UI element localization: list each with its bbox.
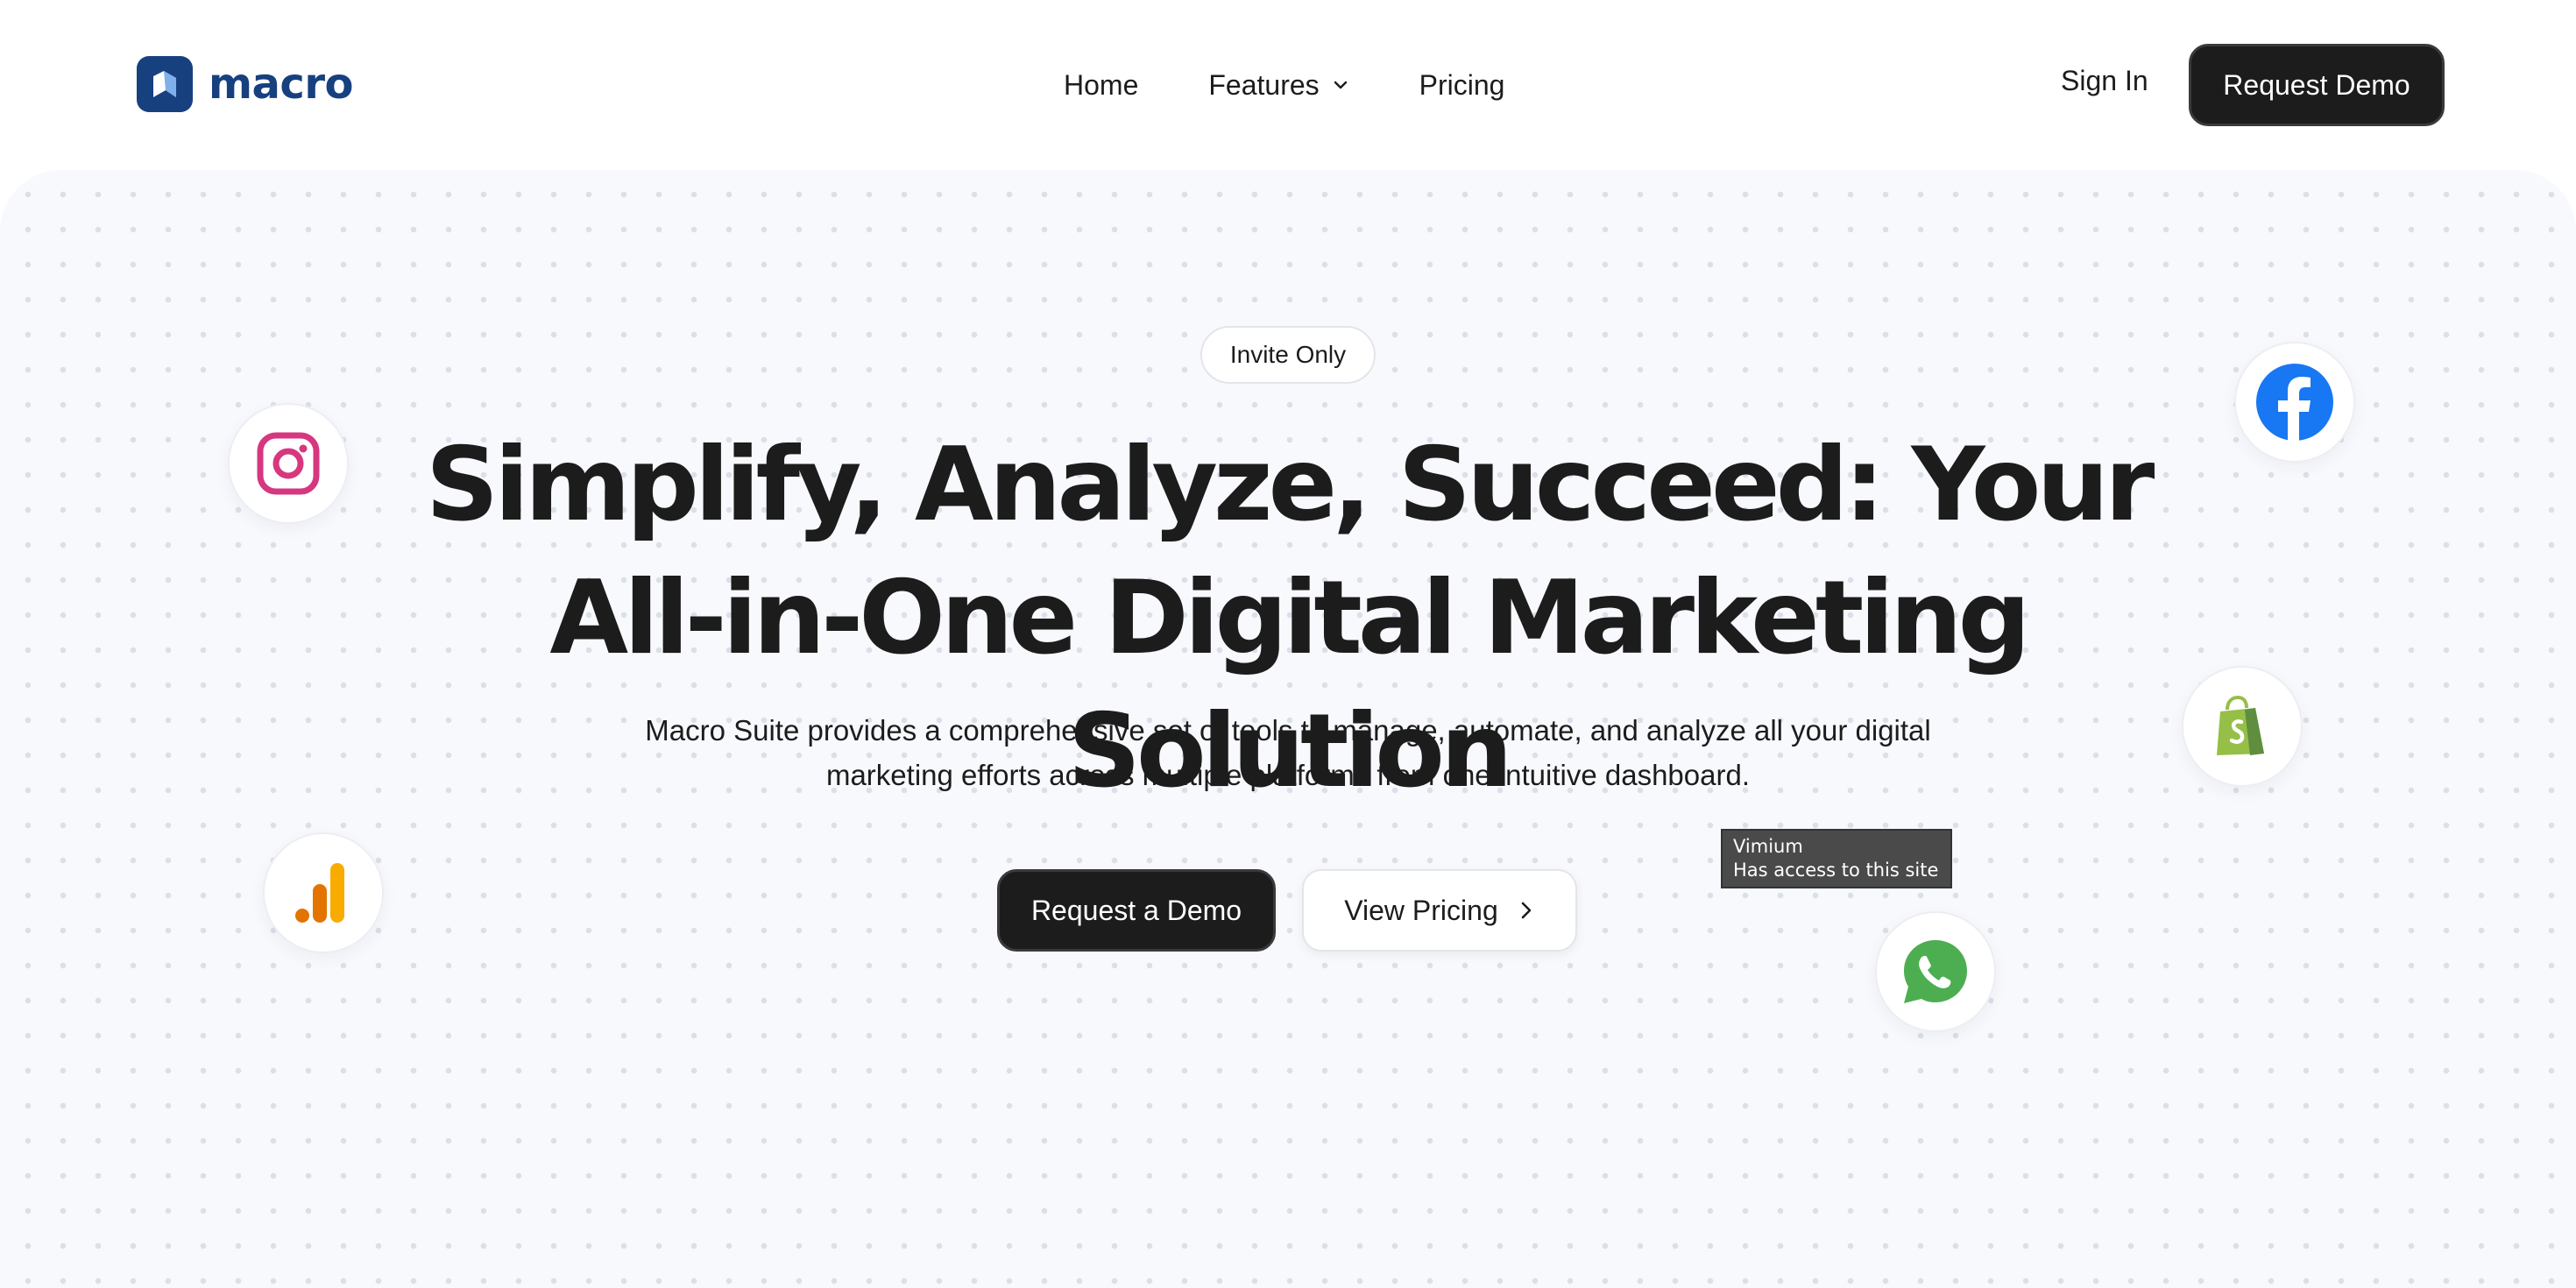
tooltip-text: Has access to this site (1733, 860, 1939, 881)
google-analytics-icon (295, 863, 344, 923)
facebook-bubble (2234, 342, 2355, 463)
view-pricing-button[interactable]: View Pricing (1302, 869, 1577, 952)
nav-item-home[interactable]: Home (1064, 69, 1138, 102)
facebook-icon (2256, 364, 2333, 441)
top-navigation: macro Home Features Pricing Sign In Requ… (0, 0, 2576, 170)
request-a-demo-button[interactable]: Request a Demo (997, 869, 1276, 952)
nav-item-pricing[interactable]: Pricing (1419, 69, 1505, 102)
brand-logo[interactable]: macro (137, 56, 354, 112)
shopify-bubble (2182, 666, 2303, 787)
instagram-bubble (228, 403, 349, 524)
request-demo-button[interactable]: Request Demo (2189, 44, 2445, 126)
nav-item-label: Pricing (1419, 68, 1505, 101)
nav-item-label: Home (1064, 68, 1139, 101)
nav-item-label: Features (1208, 68, 1320, 101)
instagram-icon (257, 432, 320, 495)
whatsapp-icon (1904, 940, 1967, 1003)
tooltip-title: Vimium (1733, 836, 1803, 857)
view-pricing-label: View Pricing (1344, 894, 1498, 926)
primary-nav: Home Features Pricing (1064, 63, 1504, 107)
nav-item-features[interactable]: Features (1208, 69, 1348, 102)
extension-tooltip: Vimium Has access to this site (1721, 829, 1952, 888)
google-analytics-bubble (263, 832, 384, 953)
sign-in-link[interactable]: Sign In (2061, 65, 2148, 97)
invite-only-badge: Invite Only (1200, 326, 1376, 384)
brand-name: macro (209, 60, 354, 109)
chevron-down-icon (1334, 81, 1347, 89)
shopify-icon (2217, 696, 2264, 755)
macro-logo-icon (137, 56, 193, 112)
chevron-right-icon (1521, 902, 1532, 919)
whatsapp-bubble (1875, 911, 1996, 1032)
hero-subtitle: Macro Suite provides a comprehensive set… (645, 714, 1931, 791)
